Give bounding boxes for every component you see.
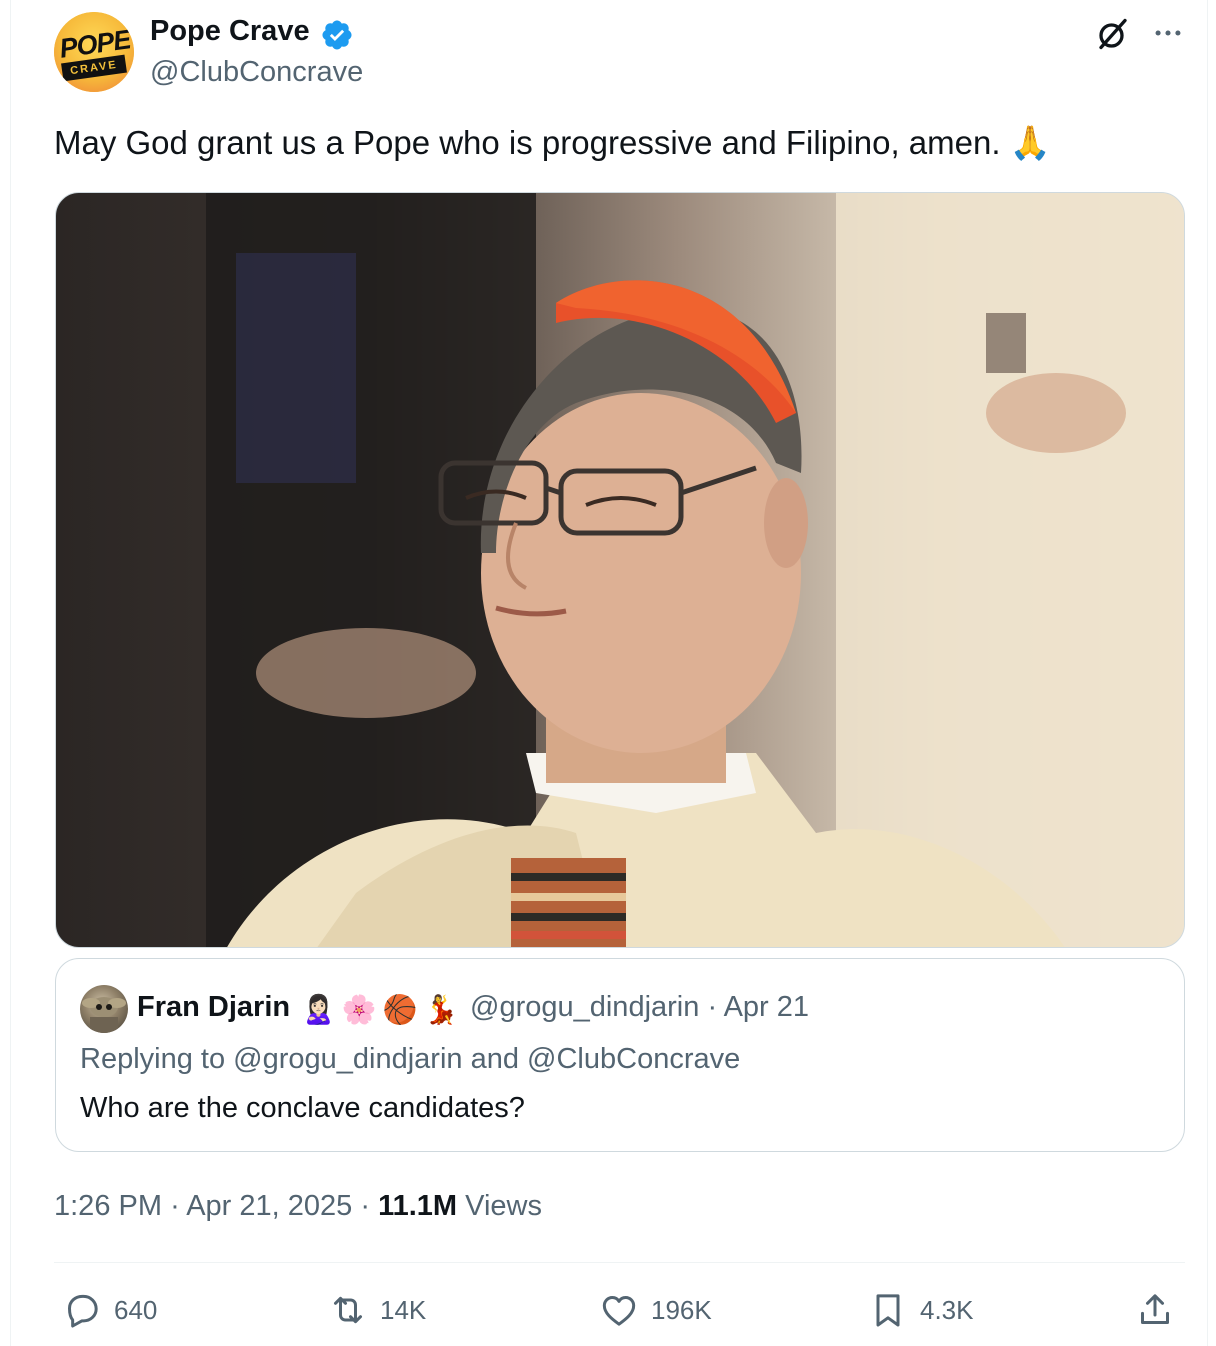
author-avatar[interactable]: POPE CRAVE [54,12,134,92]
share-button[interactable] [1135,1290,1175,1330]
divider [54,1262,1185,1263]
bookmark-icon [876,1294,900,1327]
replying-to-line: Replying to @grogu_dindjarin and @ClubCo… [80,1043,740,1076]
bookmark-button[interactable]: 4.3K [868,1290,974,1330]
reply-and-label: and [470,1043,519,1075]
quoted-tweet-text: Who are the conclave candidates? [80,1092,525,1124]
reply-count: 640 [114,1294,158,1325]
heart-icon [602,1296,636,1326]
basketball-emoji: 🏀 [382,993,418,1025]
share-icon [1141,1294,1169,1324]
reply-mention-1[interactable]: @grogu_dindjarin [233,1043,462,1075]
photo-illustration [206,193,1184,947]
dancer-emoji: 💃 [423,993,459,1025]
quoted-author-emojis: 🙎🏻‍♀️ 🌸 🏀 💃 [301,989,459,1029]
tweet-time[interactable]: 1:26 PM [54,1190,162,1222]
repost-button[interactable]: 14K [328,1290,426,1330]
separator-dot: · [170,1190,180,1222]
quoted-author-handle[interactable]: @grogu_dindjarin [470,991,699,1023]
separator-dot: · [360,1190,371,1222]
quoted-tweet[interactable]: Fran Djarin 🙎🏻‍♀️ 🌸 🏀 💃 @grogu_dindjarin… [55,958,1185,1152]
cherry-blossom-emoji: 🌸 [341,993,377,1025]
like-count: 196K [651,1294,712,1325]
repost-count: 14K [380,1294,427,1325]
author-handle[interactable]: @ClubConcrave [150,56,363,89]
quoted-author-avatar[interactable] [80,985,128,1033]
tweet-date[interactable]: Apr 21, 2025 [186,1190,352,1222]
bookmark-count: 4.3K [920,1294,974,1325]
reply-mention-2[interactable]: @ClubConcrave [527,1043,740,1075]
like-button[interactable]: 196K [599,1290,712,1330]
tweet-timestamp-line: 1:26 PM · Apr 21, 2025 · 11.1M Views [54,1190,542,1223]
quoted-author-name[interactable]: Fran Djarin [137,991,290,1024]
tweet-card: POPE CRAVE Pope Crave @ClubConcrave May … [10,0,1208,1346]
tweet-photo[interactable] [55,192,1185,948]
repost-icon [334,1296,362,1324]
quoted-date[interactable]: Apr 21 [724,991,809,1023]
reply-icon [68,1294,98,1328]
quoted-author-meta: @grogu_dindjarin · Apr 21 [470,991,809,1024]
quoted-avatar-illustration [82,997,126,1033]
views-label: Views [465,1190,542,1222]
replying-to-label: Replying to [80,1043,226,1075]
tweet-text: May God grant us a Pope who is progressi… [54,124,1051,161]
reply-button[interactable]: 640 [62,1290,157,1330]
person-pouting-emoji: 🙎🏻‍♀️ [301,993,336,1025]
verified-badge-icon [322,20,352,50]
views-count: 11.1M [378,1190,458,1222]
more-options-icon[interactable] [1151,16,1185,50]
grok-icon[interactable] [1095,16,1131,52]
author-name[interactable]: Pope Crave [150,15,310,48]
separator-dot: · [707,991,718,1023]
